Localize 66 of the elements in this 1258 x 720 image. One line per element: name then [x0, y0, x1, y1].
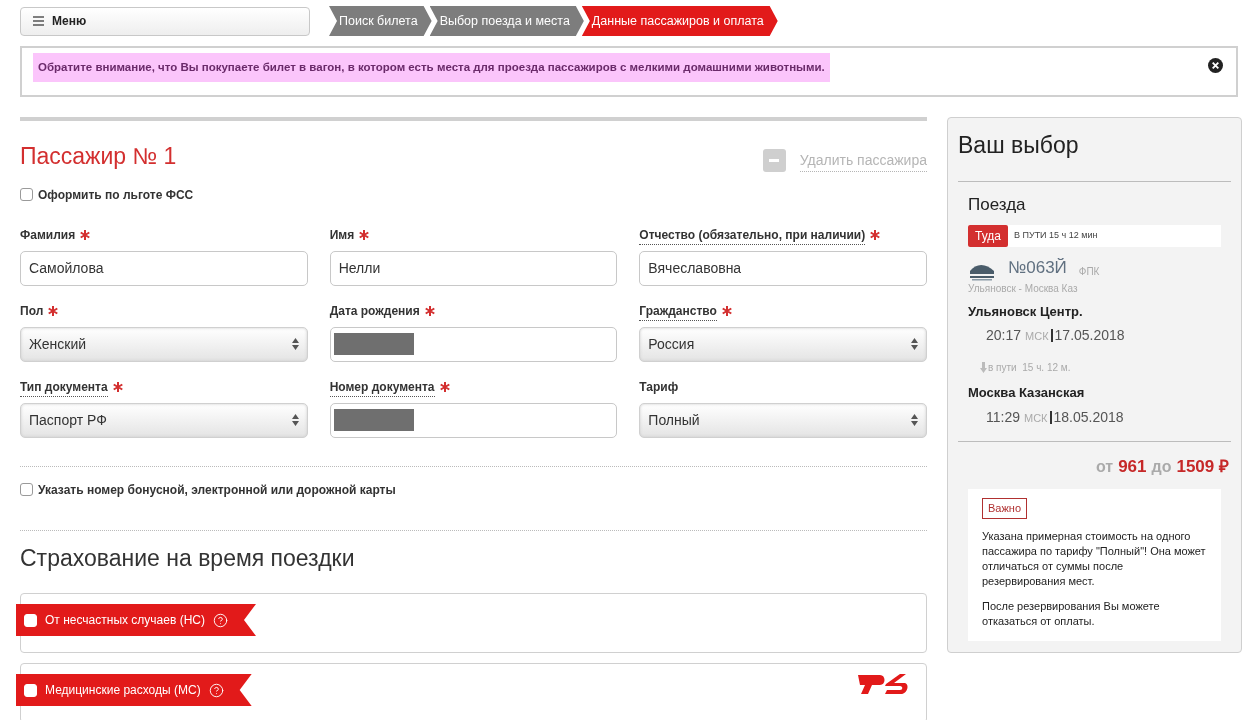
important-text: После резервирования Вы можете отказаться от оплаты. [982, 599, 1161, 629]
passenger-title: Пассажир № 1 [20, 142, 177, 171]
section-title: Поезда [968, 193, 1027, 216]
zone-label: МСК [1025, 329, 1049, 344]
sort-arrows-icon [291, 414, 299, 426]
price-from: 961 [1118, 455, 1147, 478]
field-label: Дата рождения [329, 302, 420, 320]
arrow-down-icon [980, 362, 987, 373]
field-label: Фамилия [20, 226, 76, 244]
carrier-label: ФПК [1078, 264, 1100, 279]
station-name: Ульяновск Центр. [968, 302, 1084, 321]
direction-badge: Туда [968, 225, 1008, 247]
notice-text: Обратите внимание, что Вы покупаете билет в вагон, в котором есть места для проезда пассажиров с мелкими домашними животными. [33, 53, 830, 82]
date-text: 17.05.2018 [1054, 326, 1125, 345]
field-label: Гражданство [639, 301, 717, 321]
checkbox-label: Указать номер бонусной, электронной или дорожной карты [38, 481, 396, 499]
field-label: Тариф [639, 378, 679, 396]
route-text: Ульяновск - Москва Каз [968, 281, 1079, 296]
price-to-label: до [1151, 456, 1172, 477]
step-tab[interactable]: Данные пассажиров и оплата [581, 6, 778, 36]
train-number: №063Й [1008, 257, 1067, 279]
ribbon-label: Медицинские расходы (МС) [45, 682, 201, 699]
checkbox[interactable] [20, 188, 33, 201]
train-icon [968, 262, 996, 281]
time-text: 20:17 [986, 326, 1022, 345]
price-to: 1509 ₽ [1176, 455, 1229, 478]
summary-title: Ваш выбор [958, 131, 1080, 160]
station-name: Москва Казанская [968, 384, 1086, 402]
important-text: Указана примерная стоимость на одного пассажира по тарифу "Полный"! Она может отличаться от суммы после резервирования мест. [982, 529, 1207, 589]
select-field[interactable]: Полный [639, 402, 927, 438]
menu-icon [33, 16, 44, 26]
date-text: 18.05.2018 [1053, 407, 1124, 427]
important-badge: Важно [982, 498, 1027, 519]
text-field[interactable] [329, 402, 618, 438]
select-field[interactable]: Паспорт РФ [20, 402, 308, 438]
duration-text: в пути 15 ч. 12 м. [988, 361, 1071, 375]
field-label: Отчество (обязательно, при наличии) [639, 225, 866, 245]
sort-arrows-icon [911, 338, 918, 350]
text-field[interactable]: Самойлова [20, 250, 308, 286]
travel-time: В ПУТИ 15 ч 12 мин [1013, 229, 1098, 243]
menu-button[interactable]: Меню [20, 6, 310, 36]
field-label: Тип документа [20, 377, 108, 397]
checkbox-label: Оформить по льготе ФСС [38, 186, 194, 204]
help-icon[interactable] [213, 612, 228, 628]
text-field[interactable]: Нелли [329, 250, 618, 286]
zone-label: МСК [1024, 410, 1048, 426]
close-icon[interactable] [1208, 58, 1223, 73]
sort-arrows-icon [911, 414, 918, 426]
insurance-title: Страхование на время поездки [20, 543, 356, 573]
insurance-ribbon[interactable]: Медицинские расходы (МС) [16, 674, 252, 706]
select-field[interactable]: Женский [20, 326, 308, 362]
field-label: Номер документа [329, 377, 435, 397]
field-label: Имя [329, 226, 355, 244]
help-icon[interactable] [208, 682, 224, 698]
text-field[interactable] [329, 326, 618, 362]
price-from-label: от [1095, 456, 1114, 477]
ribbon-label: От несчастных случаев (НС) [45, 612, 205, 629]
insurance-ribbon[interactable]: От несчастных случаев (НС) [16, 604, 256, 636]
sort-arrows-icon [291, 338, 299, 350]
text-field[interactable]: Вячеславовна [639, 250, 927, 286]
step-tab[interactable]: Поиск билета [329, 6, 432, 36]
step-tab[interactable]: Выбор поезда и места [429, 6, 584, 36]
select-field[interactable]: Россия [639, 326, 927, 362]
time-text: 11:29 [986, 407, 1020, 427]
field-label: Пол [20, 302, 44, 320]
checkbox[interactable] [20, 483, 33, 496]
